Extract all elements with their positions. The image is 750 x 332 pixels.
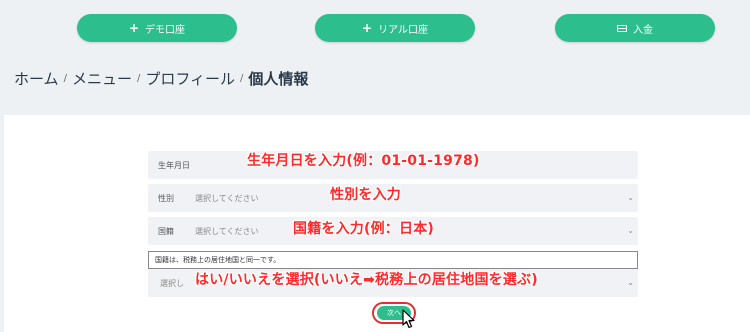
breadcrumb-separator: /	[240, 73, 244, 84]
annotation-birth-date: 生年月日を入力(例：01-01-1978)	[247, 153, 480, 169]
real-account-label: リアル口座	[378, 24, 428, 36]
mouse-cursor-icon	[402, 309, 415, 329]
chevron-down-icon: ⌄	[627, 278, 634, 287]
demo-account-label: デモ口座	[145, 24, 186, 36]
tax-residence-note: 国籍は、税務上の居住地国と同一です。	[148, 251, 638, 269]
breadcrumb-current: 個人情報	[248, 70, 309, 88]
deposit-button[interactable]: 入金	[555, 14, 715, 42]
breadcrumb-separator: /	[136, 73, 141, 84]
birth-date-label: 生年月日	[158, 160, 190, 170]
annotation-tax-residence: はい/いいえを選択(いいえ➡税務上の居住地国を選ぶ)	[195, 272, 538, 288]
annotation-nationality: 国籍を入力(例：日本)	[293, 221, 434, 237]
tax-select-placeholder: 選択し	[160, 278, 184, 288]
chevron-down-icon: ⌄	[627, 193, 634, 202]
demo-account-button[interactable]: + デモ口座	[77, 14, 237, 42]
annotation-gender: 性別を入力	[330, 187, 401, 203]
gender-placeholder: 選択してください	[195, 193, 259, 203]
breadcrumb-profile[interactable]: プロフィール	[145, 68, 235, 89]
plus-icon: +	[362, 21, 373, 35]
real-account-button[interactable]: + リアル口座	[315, 14, 475, 42]
chevron-down-icon: ⌄	[627, 226, 634, 235]
deposit-label: 入金	[633, 24, 653, 36]
credit-card-icon	[617, 24, 627, 32]
nationality-placeholder: 選択してください	[195, 226, 259, 236]
breadcrumb-home[interactable]: ホーム	[14, 68, 59, 89]
breadcrumb: ホーム / メニュー / プロフィール / 個人情報	[14, 68, 308, 89]
breadcrumb-menu[interactable]: メニュー	[72, 68, 132, 89]
gender-label: 性別	[158, 193, 174, 203]
nationality-label: 国籍	[158, 226, 174, 236]
plus-icon: +	[128, 21, 140, 35]
breadcrumb-separator: /	[63, 73, 67, 84]
